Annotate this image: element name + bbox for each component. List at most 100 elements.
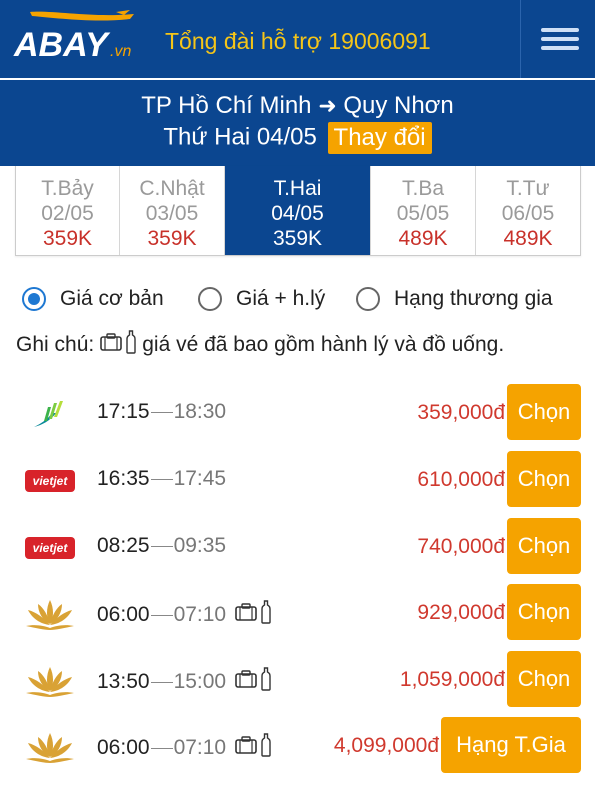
hamburger-icon: [541, 46, 579, 50]
flight-times: 17:15 18:30: [97, 400, 226, 424]
fare-option-business[interactable]: Hạng thương gia: [356, 283, 553, 315]
time-separator: [150, 614, 173, 616]
departure-time: 17:15: [97, 400, 150, 423]
select-flight-button[interactable]: Chọn: [507, 451, 581, 507]
hamburger-icon: [541, 37, 579, 41]
tab-date: 05/05: [396, 202, 450, 225]
tab-date: 03/05: [145, 202, 199, 225]
route-summary: TP Hồ Chí Minh ➜ Quy Nhơn Thứ Hai 04/05 …: [0, 80, 595, 166]
flight-times: 13:50 15:00: [97, 667, 271, 697]
luggage-icon: [100, 333, 123, 357]
select-flight-button[interactable]: Chọn: [507, 584, 581, 640]
flight-row: 06:00 07:10 929,000đ Chọn: [0, 584, 595, 644]
arrival-time: 07:10: [173, 603, 227, 626]
tab-date: 02/05: [41, 202, 94, 225]
departure-time: 06:00: [97, 736, 150, 759]
tab-date: 04/05: [271, 202, 324, 225]
time-separator: [150, 478, 173, 480]
fare-option-basic[interactable]: Giá cơ bản: [22, 283, 164, 315]
route-line: TP Hồ Chí Minh ➜ Quy Nhơn: [0, 92, 595, 120]
flight-times: 06:00 07:10: [97, 600, 271, 630]
flight-times: 06:00 07:10: [97, 733, 271, 763]
fare-price: 359,000đ: [417, 401, 505, 424]
radio-checked-icon[interactable]: [22, 287, 46, 311]
fare-price: 4,099,000đ: [333, 734, 439, 757]
abay-logo[interactable]: ABAY .vn: [12, 10, 142, 66]
destination-city: Quy Nhơn: [343, 92, 454, 119]
note-prefix: Ghi chú:: [16, 333, 95, 356]
vietjet-logo-icon: vietjet: [22, 459, 78, 503]
airline-logo-text: vietjet: [33, 541, 69, 555]
date-tab[interactable]: T.Ba 05/05 489K: [371, 166, 476, 255]
fare-note: Ghi chú: giá vé đã bao gồm hành lý và đồ…: [16, 330, 504, 360]
vietjet-logo-icon: vietjet: [22, 526, 78, 570]
select-flight-button[interactable]: Chọn: [507, 651, 581, 707]
fare-price: 610,000đ: [417, 468, 505, 491]
radio-icon[interactable]: [198, 287, 222, 311]
departure-time: 06:00: [97, 603, 150, 626]
date-tab[interactable]: T.Bảy 02/05 359K: [16, 166, 120, 255]
included-services: [234, 600, 271, 630]
hotline-text[interactable]: Tổng đài hỗ trợ 19006091: [165, 28, 431, 55]
select-business-button[interactable]: Hạng T.Gia: [441, 717, 581, 773]
bottle-icon: [126, 330, 136, 360]
date-tab-active[interactable]: T.Hai 04/05 359K: [225, 166, 371, 255]
arrow-right-icon: ➜: [318, 93, 337, 118]
included-services: [234, 733, 271, 763]
flight-times: 08:25 09:35: [97, 534, 226, 558]
top-bar: ABAY .vn Tổng đài hỗ trợ 19006091: [0, 0, 595, 78]
origin-city: TP Hồ Chí Minh: [141, 92, 312, 119]
luggage-icon: [234, 736, 258, 760]
logo-suffix: .vn: [110, 43, 131, 60]
date-tab[interactable]: T.Tư 06/05 489K: [476, 166, 580, 255]
time-separator: [150, 747, 173, 749]
vietnam-airlines-lotus-icon: [22, 725, 78, 769]
time-separator: [150, 411, 173, 413]
fare-price: 1,059,000đ: [399, 668, 505, 691]
time-separator: [150, 545, 173, 547]
travel-date: Thứ Hai 04/05: [163, 123, 317, 151]
flight-row: 17:15 18:30 359,000đ Chọn: [0, 384, 595, 444]
date-tab[interactable]: C.Nhật 03/05 359K: [120, 166, 225, 255]
date-tabs: T.Bảy 02/05 359K C.Nhật 03/05 359K T.Hai…: [15, 166, 581, 256]
arrival-time: 15:00: [173, 670, 227, 693]
arrival-time: 09:35: [173, 534, 227, 557]
tab-day: T.Bảy: [41, 177, 94, 200]
select-flight-button[interactable]: Chọn: [507, 384, 581, 440]
menu-button[interactable]: [520, 0, 595, 78]
hamburger-icon: [541, 28, 579, 32]
fare-option-label: Giá cơ bản: [60, 287, 164, 310]
tab-price: 489K: [503, 227, 553, 250]
vietnam-airlines-lotus-icon: [22, 592, 78, 636]
arrival-time: 17:45: [173, 467, 227, 490]
arrival-time: 07:10: [173, 736, 227, 759]
tab-price: 359K: [147, 227, 197, 250]
departure-time: 08:25: [97, 534, 150, 557]
change-search-button[interactable]: Thay đổi: [327, 122, 432, 154]
bottle-icon: [261, 600, 271, 630]
fare-price: 929,000đ: [417, 601, 505, 624]
fare-option-label: Giá + h.lý: [236, 287, 326, 310]
departure-time: 13:50: [97, 670, 150, 693]
luggage-icon: [234, 603, 258, 627]
logo-wordmark: ABAY: [13, 26, 111, 64]
tab-date: 06/05: [501, 202, 555, 225]
tab-day: T.Tư: [506, 177, 550, 200]
radio-icon[interactable]: [356, 287, 380, 311]
flight-times: 16:35 17:45: [97, 467, 226, 491]
departure-time: 16:35: [97, 467, 150, 490]
select-flight-button[interactable]: Chọn: [507, 518, 581, 574]
tab-price: 359K: [272, 227, 323, 250]
flight-row: 13:50 15:00 1,059,000đ Chọn: [0, 651, 595, 711]
included-services: [234, 667, 271, 697]
tab-day: C.Nhật: [139, 177, 205, 200]
fare-option-baggage[interactable]: Giá + h.lý: [198, 283, 325, 315]
bottle-icon: [261, 667, 271, 697]
date-line: Thứ Hai 04/05 Thay đổi: [0, 122, 595, 154]
airline-logo-text: vietjet: [33, 474, 69, 488]
luggage-icon: [234, 670, 258, 694]
vietnam-airlines-lotus-icon: [22, 659, 78, 703]
fare-option-label: Hạng thương gia: [394, 287, 553, 310]
flight-row: 06:00 07:10 4,099,000đ Hạng T.Gia: [0, 717, 595, 777]
bamboo-airways-logo-icon: [22, 392, 78, 436]
